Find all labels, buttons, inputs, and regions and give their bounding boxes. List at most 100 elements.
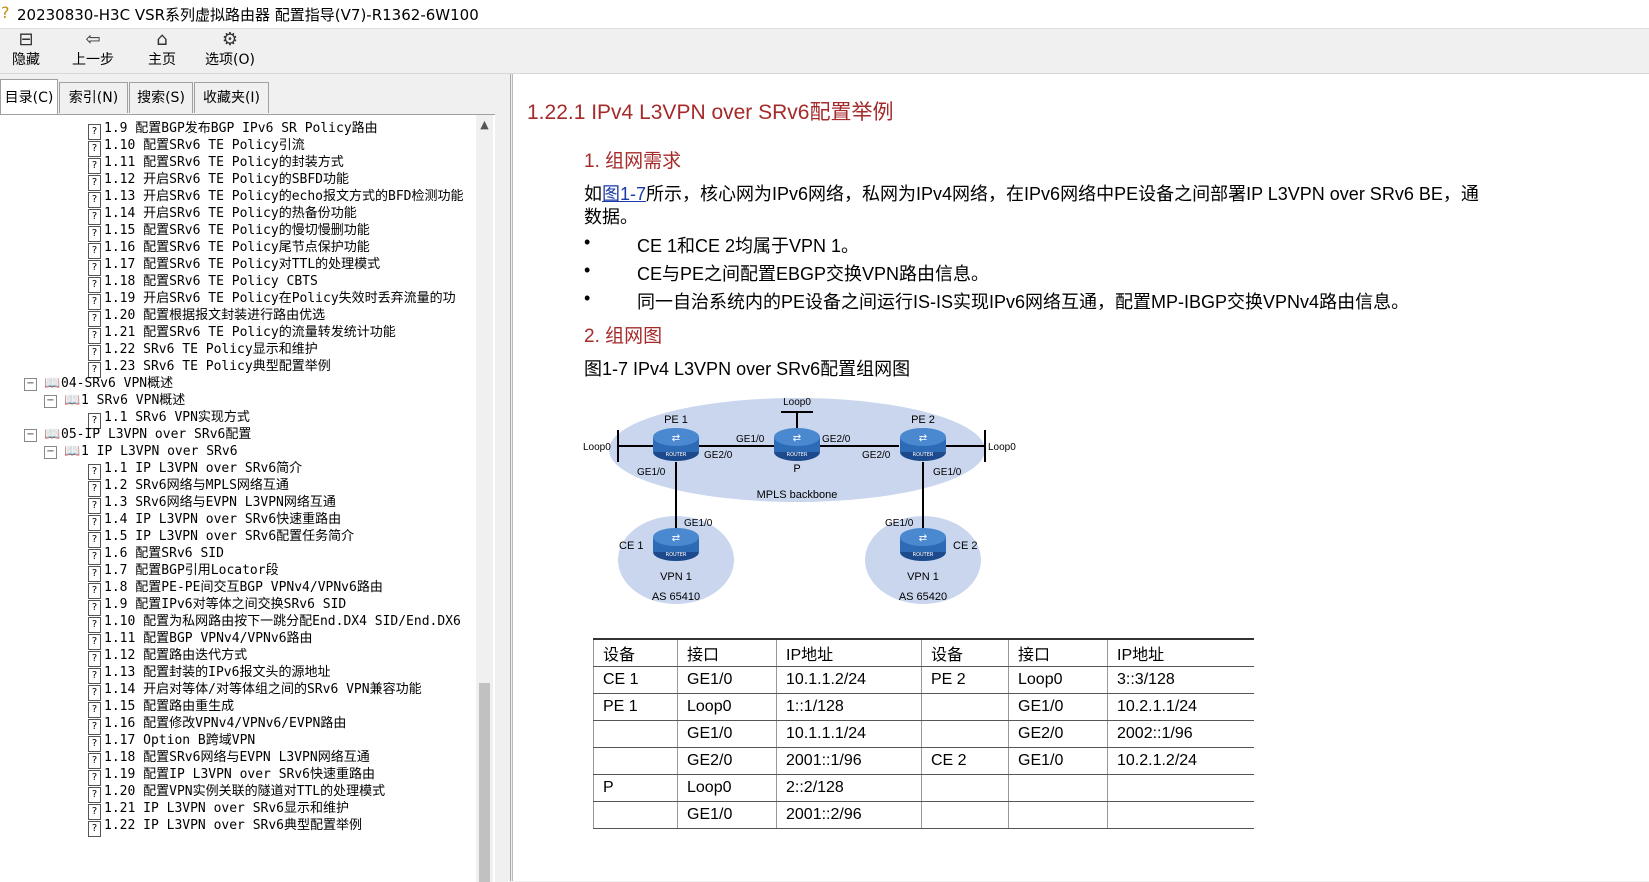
svg-text:⇄: ⇄ bbox=[672, 533, 680, 544]
back-button[interactable]: ⇦ 上一步 bbox=[68, 29, 118, 73]
tree-item[interactable]: ? 1.15 配置SRv6 TE Policy的慢切慢删功能 bbox=[88, 222, 370, 242]
tree-item-label: 1.8 配置PE-PE间交互BGP VPNv4/VPNv6路由 bbox=[104, 580, 383, 595]
tree-item[interactable]: ? 1.13 开启SRv6 TE Policy的echo报文方式的BFD检测功能 bbox=[88, 188, 464, 208]
tree-item-label: 1.16 配置SRv6 TE Policy尾节点保护功能 bbox=[104, 240, 370, 255]
open-book-icon: 📖 bbox=[64, 444, 81, 459]
tree-item[interactable]: ? 1.20 配置根据报文封装进行路由优选 bbox=[88, 307, 326, 327]
tree-scrollbar[interactable]: ▲ bbox=[476, 115, 493, 882]
tree-item[interactable]: ? 1.22 IP L3VPN over SRv6典型配置举例 bbox=[88, 817, 362, 837]
tree-item[interactable]: ? 1.11 配置BGP VPNv4/VPNv6路由 bbox=[88, 630, 313, 650]
label-pe1-loop0: Loop0 bbox=[583, 442, 611, 453]
label-pe2-ge2: GE2/0 bbox=[862, 450, 891, 461]
tree-item[interactable]: ? 1.21 配置SRv6 TE Policy的流量转发统计功能 bbox=[88, 324, 396, 344]
tree-item[interactable]: ? 1.19 开启SRv6 TE Policy在Policy失效时丢弃流量的功 bbox=[88, 290, 456, 310]
navigation-pane: 目录(C) 索引(N) 搜索(S) 收藏夹(I) ? 1.9 配置BGP发布BGP… bbox=[0, 74, 511, 882]
tree-item[interactable]: ? 1.20 配置VPN实例关联的隧道对TTL的处理模式 bbox=[88, 783, 385, 803]
tree-item[interactable]: ? 1.11 配置SRv6 TE Policy的封装方式 bbox=[88, 154, 344, 174]
table-cell bbox=[921, 774, 1009, 802]
tree-item[interactable]: ? 1.8 配置PE-PE间交互BGP VPNv4/VPNv6路由 bbox=[88, 579, 383, 599]
tree-item[interactable]: ? 1.7 配置BGP引用Locator段 bbox=[88, 562, 279, 582]
collapse-toggle-icon[interactable]: − bbox=[44, 395, 57, 408]
tree-item[interactable]: ? 1.23 SRv6 TE Policy典型配置举例 bbox=[88, 358, 331, 378]
figure-link[interactable]: 图1-7 bbox=[602, 184, 646, 204]
bullet-icon: • bbox=[584, 288, 591, 308]
hide-button[interactable]: ⊟ 隐藏 bbox=[6, 29, 46, 73]
tree-item-label: 1.20 配置根据报文封装进行路由优选 bbox=[104, 308, 326, 323]
tab-favorites[interactable]: 收藏夹(I) bbox=[194, 82, 269, 113]
label-as-left: AS 65410 bbox=[652, 591, 700, 603]
tree-item[interactable]: ? 1.9 配置IPv6对等体之间交换SRv6 SID bbox=[88, 596, 346, 616]
options-button[interactable]: ⚙ 选项(O) bbox=[202, 29, 258, 73]
tree-item[interactable]: ? 1.6 配置SRv6 SID bbox=[88, 545, 224, 565]
back-label: 上一步 bbox=[72, 52, 114, 68]
tree-item-label: 1.5 IP L3VPN over SRv6配置任务简介 bbox=[104, 529, 355, 544]
network-diagram: ⇄ ROUTER ⇄ ROUTER ⇄ ROUTER ⇄ ROUTER ⇄ RO… bbox=[583, 397, 1016, 604]
open-book-icon: 📖 bbox=[44, 427, 61, 442]
tab-index[interactable]: 索引(N) bbox=[59, 82, 128, 113]
tree-item[interactable]: ? 1.5 IP L3VPN over SRv6配置任务简介 bbox=[88, 528, 355, 548]
label-ce1: CE 1 bbox=[619, 540, 643, 552]
label-vpn1-left: VPN 1 bbox=[660, 571, 692, 583]
tree-item-label: 1.2 SRv6网络与MPLS网络互通 bbox=[104, 478, 289, 493]
label-pe1: PE 1 bbox=[664, 414, 688, 426]
collapse-toggle-icon[interactable]: − bbox=[24, 429, 37, 442]
tree-item[interactable]: ? 1.16 配置SRv6 TE Policy尾节点保护功能 bbox=[88, 239, 370, 259]
tree-item[interactable]: ? 1.17 配置SRv6 TE Policy对TTL的处理模式 bbox=[88, 256, 380, 276]
table-cell: 1::1/128 bbox=[776, 693, 922, 721]
tab-contents[interactable]: 目录(C) bbox=[0, 79, 58, 114]
tree-item[interactable]: ? 1.14 开启SRv6 TE Policy的热备份功能 bbox=[88, 205, 357, 225]
label-vpn1-right: VPN 1 bbox=[907, 571, 939, 583]
tree-item[interactable]: ? 1.13 配置封装的IPv6报文头的源地址 bbox=[88, 664, 330, 684]
tree-item[interactable]: ? 1.2 SRv6网络与MPLS网络互通 bbox=[88, 477, 289, 497]
tree-item[interactable]: ? 1.18 配置SRv6 TE Policy CBTS bbox=[88, 273, 318, 293]
tree-item[interactable]: ? 1.14 开启对等体/对等体组之间的SRv6 VPN兼容功能 bbox=[88, 681, 422, 701]
svg-text:⇄: ⇄ bbox=[919, 533, 927, 544]
home-button[interactable]: ⌂ 主页 bbox=[142, 29, 182, 73]
router-icon: ⇄ ROUTER bbox=[900, 528, 946, 561]
help-app-icon: ? bbox=[1, 3, 10, 22]
tree-item[interactable]: ? 1.22 SRv6 TE Policy显示和维护 bbox=[88, 341, 318, 361]
list-item-text: CE与PE之间配置EBGP交换VPN路由信息。 bbox=[637, 264, 990, 284]
scroll-thumb[interactable] bbox=[479, 683, 490, 882]
tree-book[interactable]: − 📖05-IP L3VPN over SRv6配置 bbox=[24, 426, 251, 443]
intro-rest: 所示，核心网为IPv6网络，私网为IPv4网络，在IPv6网络中PE设备之间部署… bbox=[646, 184, 1479, 204]
label-ce1-ge1: GE1/0 bbox=[684, 518, 713, 529]
tree-item[interactable]: ? 1.16 配置修改VPNv4/VPNv6/EVPN路由 bbox=[88, 715, 346, 735]
tree-item-label: 1.10 配置为私网路由按下一跳分配End.DX4 SID/End.DX6 bbox=[104, 614, 461, 629]
tree-item[interactable]: ? 1.4 IP L3VPN over SRv6快速重路由 bbox=[88, 511, 341, 531]
label-ce2: CE 2 bbox=[953, 540, 977, 552]
table-cell: Loop0 bbox=[677, 693, 777, 721]
collapse-toggle-icon[interactable]: − bbox=[44, 446, 57, 459]
table-cell: 10.1.1.1/24 bbox=[776, 720, 922, 748]
scroll-up-icon[interactable]: ▲ bbox=[476, 118, 493, 132]
tree-item[interactable]: ? 1.21 IP L3VPN over SRv6显示和维护 bbox=[88, 800, 349, 820]
tree-item[interactable]: ? 1.18 配置SRv6网络与EVPN L3VPN网络互通 bbox=[88, 749, 370, 769]
tree-item[interactable]: ? 1.12 配置路由迭代方式 bbox=[88, 647, 247, 667]
label-pe1-ge2: GE2/0 bbox=[704, 450, 733, 461]
tree-item[interactable]: ? 1.1 IP L3VPN over SRv6简介 bbox=[88, 460, 302, 480]
tree-item-label: 1.14 开启SRv6 TE Policy的热备份功能 bbox=[104, 206, 357, 221]
intro-paragraph: 如图1-7所示，核心网为IPv6网络，私网为IPv4网络，在IPv6网络中PE设… bbox=[584, 180, 1479, 206]
tree-item[interactable]: ? 1.15 配置路由重生成 bbox=[88, 698, 234, 718]
table-header: IP地址 bbox=[776, 638, 922, 667]
table-cell: GE1/0 bbox=[1008, 693, 1108, 721]
tree-item[interactable]: ? 1.10 配置为私网路由按下一跳分配End.DX4 SID/End.DX6 bbox=[88, 613, 461, 633]
tree-item[interactable]: ? 1.3 SRv6网络与EVPN L3VPN网络互通 bbox=[88, 494, 336, 514]
tree-item[interactable]: ? 1.10 配置SRv6 TE Policy引流 bbox=[88, 137, 305, 157]
table-cell: 10.2.1.2/24 bbox=[1107, 747, 1254, 775]
tree-item[interactable]: ? 1.19 配置IP L3VPN over SRv6快速重路由 bbox=[88, 766, 375, 786]
collapse-toggle-icon[interactable]: − bbox=[24, 378, 37, 391]
tree-item[interactable]: ? 1.9 配置BGP发布BGP IPv6 SR Policy路由 bbox=[88, 120, 378, 140]
tree-item[interactable]: ? 1.17 Option B跨域VPN bbox=[88, 732, 255, 752]
table-cell: GE1/0 bbox=[677, 666, 777, 694]
svg-text:ROUTER: ROUTER bbox=[787, 452, 808, 458]
tree-item[interactable]: ? 1.12 开启SRv6 TE Policy的SBFD功能 bbox=[88, 171, 349, 191]
home-icon: ⌂ bbox=[156, 29, 168, 50]
home-label: 主页 bbox=[148, 52, 176, 68]
tree-book[interactable]: − 📖1 SRv6 VPN概述 bbox=[44, 392, 185, 409]
tree-item-label: 1.15 配置SRv6 TE Policy的慢切慢删功能 bbox=[104, 223, 370, 238]
tree-book[interactable]: − 📖1 IP L3VPN over SRv6 bbox=[44, 443, 238, 460]
tab-search[interactable]: 搜索(S) bbox=[129, 82, 193, 113]
tree-item[interactable]: ? 1.1 SRv6 VPN实现方式 bbox=[88, 409, 250, 429]
tree-book[interactable]: − 📖04-SRv6 VPN概述 bbox=[24, 375, 173, 392]
